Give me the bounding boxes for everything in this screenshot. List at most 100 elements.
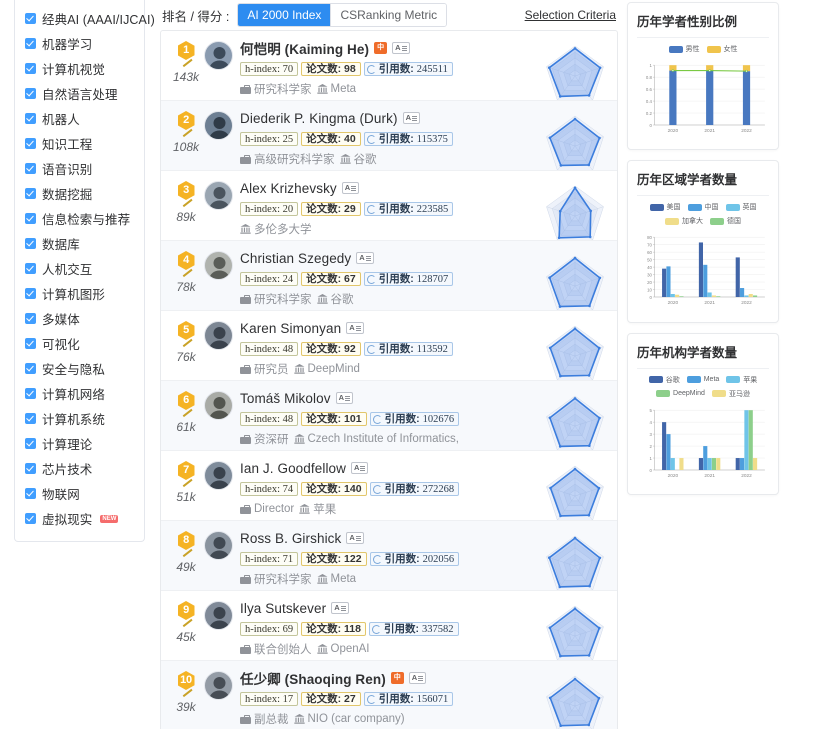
sidebar-item-15[interactable]: 计算机网络	[15, 381, 144, 406]
translate-badge[interactable]: A	[392, 42, 410, 54]
checkbox-icon[interactable]	[25, 188, 36, 199]
legend-item[interactable]: 美国	[649, 202, 681, 212]
scholar-name[interactable]: Christian Szegedy	[240, 251, 351, 266]
table-row[interactable]: 7 51k Ian J. Goodfellow Ah-index: 74 论文数: 14…	[161, 451, 617, 521]
checkbox-icon[interactable]	[25, 388, 36, 399]
scholar-name[interactable]: Ross B. Girshick	[240, 531, 341, 546]
checkbox-icon[interactable]	[25, 138, 36, 149]
legend-item[interactable]: 德国	[710, 216, 741, 226]
scholar-name[interactable]: Alex Krizhevsky	[240, 181, 337, 196]
checkbox-icon[interactable]	[25, 213, 36, 224]
translate-badge[interactable]: A	[341, 182, 360, 194]
checkbox-icon[interactable]	[25, 63, 36, 74]
avatar[interactable]	[204, 251, 233, 280]
avatar[interactable]	[204, 111, 233, 140]
avatar[interactable]	[204, 391, 233, 420]
sidebar-item-13[interactable]: 可视化	[15, 331, 144, 356]
table-row[interactable]: 8 49k Ross B. Girshick Ah-index: 71 论文数: 122…	[161, 521, 617, 591]
legend-item[interactable]: 加拿大	[665, 216, 703, 226]
sidebar-item-3[interactable]: 自然语言处理	[15, 81, 144, 106]
avatar[interactable]	[204, 531, 233, 560]
sidebar-item-20[interactable]: 虚拟现实 NEW	[15, 506, 144, 531]
sidebar-item-14[interactable]: 安全与隐私	[15, 356, 144, 381]
scholar-name[interactable]: 任少卿 (Shaoqing Ren)	[240, 668, 386, 688]
legend-item[interactable]: DeepMind	[656, 389, 705, 399]
checkbox-icon[interactable]	[25, 488, 36, 499]
tab-csranking-metric[interactable]: CSRanking Metric	[330, 4, 447, 26]
sidebar-item-2[interactable]: 计算机视觉	[15, 56, 144, 81]
checkbox-icon[interactable]	[25, 88, 36, 99]
table-row[interactable]: 10 39k 任少卿 (Shaoqing Ren) 中 Ah-index: 17 论文数:…	[161, 661, 617, 729]
sidebar-item-17[interactable]: 计算理论	[15, 431, 144, 456]
scholar-name[interactable]: Ian J. Goodfellow	[240, 461, 346, 476]
checkbox-icon[interactable]	[25, 238, 36, 249]
chinese-name-badge[interactable]: 中	[374, 42, 388, 54]
legend-item[interactable]: 中国	[687, 202, 719, 212]
checkbox-icon[interactable]	[25, 13, 36, 24]
checkbox-icon[interactable]	[25, 438, 36, 449]
checkbox-icon[interactable]	[25, 288, 36, 299]
translate-badge[interactable]: A	[331, 602, 349, 614]
translate-badge[interactable]: A	[356, 252, 374, 264]
checkbox-icon[interactable]	[25, 363, 36, 374]
sidebar-item-9[interactable]: 数据库	[15, 231, 144, 256]
avatar[interactable]	[204, 461, 233, 490]
sidebar-item-4[interactable]: 机器人	[15, 106, 144, 131]
avatar[interactable]	[204, 181, 233, 210]
sidebar-item-16[interactable]: 计算机系统	[15, 406, 144, 431]
sidebar-item-0[interactable]: 经典AI (AAAI/IJCAI)	[15, 6, 155, 31]
legend-item[interactable]: 男性	[668, 44, 700, 54]
avatar[interactable]	[204, 321, 233, 350]
translate-badge[interactable]: A	[408, 672, 427, 684]
translate-badge[interactable]: A	[335, 392, 353, 404]
checkbox-icon[interactable]	[25, 338, 36, 349]
legend-item[interactable]: 谷歌	[648, 375, 680, 385]
translate-badge[interactable]: A	[346, 322, 364, 334]
checkbox-icon[interactable]	[25, 463, 36, 474]
selection-criteria-link[interactable]: Selection Criteria	[525, 8, 616, 22]
avatar[interactable]	[204, 601, 233, 630]
sidebar-item-18[interactable]: 芯片技术	[15, 456, 144, 481]
translate-badge[interactable]: A	[346, 532, 364, 544]
scholar-name[interactable]: Tomáš Mikolov	[240, 391, 331, 406]
scholar-name[interactable]: Ilya Sutskever	[240, 601, 326, 616]
sidebar-item-19[interactable]: 物联网	[15, 481, 144, 506]
ranking-metric-tabs[interactable]: AI 2000 Index CSRanking Metric	[237, 3, 448, 27]
table-row[interactable]: 9 45k Ilya Sutskever Ah-index: 69 论文数: 118 引用…	[161, 591, 617, 661]
table-row[interactable]: 2 108k Diederik P. Kingma (Durk) Ah-index: …	[161, 101, 617, 171]
sidebar-item-12[interactable]: 多媒体	[15, 306, 144, 331]
checkbox-icon[interactable]	[25, 163, 36, 174]
legend-item[interactable]: 亚马逊	[711, 389, 750, 399]
table-row[interactable]: 5 76k Karen Simonyan Ah-index: 48 论文数: 92 引用数…	[161, 311, 617, 381]
checkbox-icon[interactable]	[25, 38, 36, 49]
checkbox-icon[interactable]	[25, 513, 36, 524]
translate-badge[interactable]: A	[402, 112, 420, 124]
legend-item[interactable]: Meta	[686, 375, 719, 385]
scholar-name[interactable]: Diederik P. Kingma (Durk)	[240, 111, 398, 126]
table-row[interactable]: 6 61k Tomáš Mikolov Ah-index: 48 论文数: 101 引用数…	[161, 381, 617, 451]
checkbox-icon[interactable]	[25, 263, 36, 274]
sidebar-item-7[interactable]: 数据挖掘	[15, 181, 144, 206]
table-row[interactable]: 1 143k 何恺明 (Kaiming He) 中 Ah-index: 70 论文数: 9…	[161, 31, 617, 101]
checkbox-icon[interactable]	[25, 413, 36, 424]
translate-badge[interactable]: A	[351, 462, 369, 474]
checkbox-icon[interactable]	[25, 113, 36, 124]
scholar-name[interactable]: Karen Simonyan	[240, 321, 341, 336]
chinese-name-badge[interactable]: 中	[390, 672, 404, 684]
legend-item[interactable]: 苹果	[726, 375, 757, 385]
sidebar-item-8[interactable]: 信息检索与推荐	[15, 206, 144, 231]
avatar[interactable]	[204, 671, 233, 700]
sidebar-item-6[interactable]: 语音识别	[15, 156, 144, 181]
legend-item[interactable]: 女性	[706, 44, 738, 54]
tab-ai2000-index[interactable]: AI 2000 Index	[238, 4, 331, 26]
sidebar-item-11[interactable]: 计算机图形	[15, 281, 144, 306]
scholar-name[interactable]: 何恺明 (Kaiming He)	[240, 38, 369, 58]
sidebar-item-1[interactable]: 机器学习	[15, 31, 144, 56]
legend-item[interactable]: 英国	[725, 202, 757, 212]
avatar[interactable]	[204, 41, 233, 70]
table-row[interactable]: 3 89k Alex Krizhevsky Ah-index: 20 论文数: 29 引用…	[161, 171, 617, 241]
table-row[interactable]: 4 78k Christian Szegedy Ah-index: 24 论文数: 67…	[161, 241, 617, 311]
checkbox-icon[interactable]	[25, 313, 36, 324]
sidebar-item-10[interactable]: 人机交互	[15, 256, 144, 281]
sidebar-item-5[interactable]: 知识工程	[15, 131, 144, 156]
